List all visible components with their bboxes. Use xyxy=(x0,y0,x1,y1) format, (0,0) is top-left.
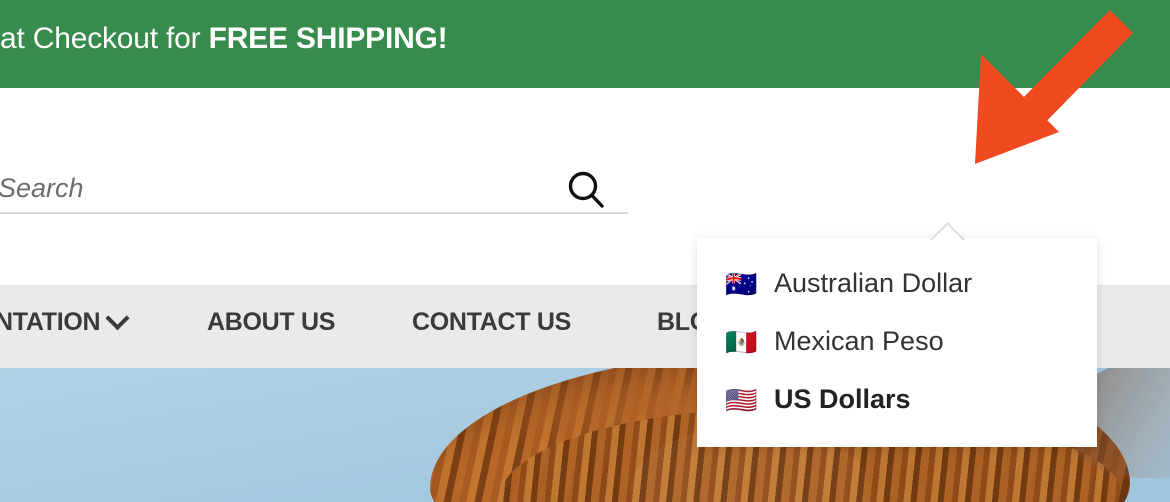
currency-option-mexican-peso[interactable]: 🇲🇽 Mexican Peso xyxy=(725,326,944,357)
currency-option-us-dollars[interactable]: 🇺🇸 US Dollars xyxy=(725,384,911,415)
currency-option-label: Mexican Peso xyxy=(774,326,944,356)
chevron-down-icon xyxy=(105,306,130,331)
search-underline xyxy=(0,212,628,214)
nav-item-label: CONTACT US xyxy=(412,308,572,336)
search-bar xyxy=(0,166,628,216)
search-input[interactable] xyxy=(0,166,550,210)
mexico-flag-icon: 🇲🇽 xyxy=(725,326,758,357)
usa-flag-icon: 🇺🇸 xyxy=(725,384,758,415)
nav-item-about-us[interactable]: ABOUT US xyxy=(207,308,335,337)
nav-item-presentation[interactable]: NTATION xyxy=(0,306,130,337)
promo-banner-text-bold: FREE SHIPPING! xyxy=(208,22,448,55)
dropdown-caret-icon xyxy=(928,220,966,240)
currency-option-label: US Dollars xyxy=(774,384,911,414)
promo-banner-text: at Checkout for FREE SHIPPING! xyxy=(0,22,448,56)
australia-flag-icon: 🇦🇺 xyxy=(725,268,758,299)
currency-option-label: Australian Dollar xyxy=(774,268,973,298)
search-button[interactable] xyxy=(562,168,610,212)
nav-item-label: ABOUT US xyxy=(207,308,336,336)
page-root: at Checkout for FREE SHIPPING! Search NT… xyxy=(0,0,1170,502)
search-icon xyxy=(564,171,608,215)
nav-item-contact-us[interactable]: CONTACT US xyxy=(412,308,571,337)
promo-banner: at Checkout for FREE SHIPPING! xyxy=(0,0,1170,88)
nav-item-label: NTATION xyxy=(0,308,101,336)
currency-option-australian-dollar[interactable]: 🇦🇺 Australian Dollar xyxy=(725,268,972,299)
currency-dropdown-panel: 🇦🇺 Australian Dollar 🇲🇽 Mexican Peso 🇺🇸 … xyxy=(697,238,1097,447)
promo-banner-text-plain: at Checkout for xyxy=(0,22,209,55)
